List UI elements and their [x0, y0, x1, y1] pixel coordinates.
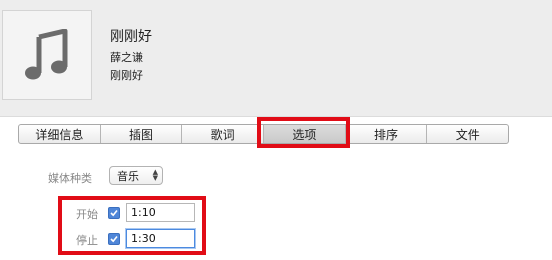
music-note-icon	[25, 29, 68, 80]
song-album: 刚刚好	[110, 69, 143, 82]
stop-label: 停止	[76, 234, 98, 247]
song-title: 刚刚好	[110, 29, 152, 45]
tab-file[interactable]: 文件	[426, 125, 508, 143]
media-kind-label: 媒体种类	[48, 172, 92, 185]
media-kind-select[interactable]: 音乐 ▲ ▼	[109, 166, 163, 185]
start-checkbox[interactable]	[108, 207, 120, 219]
album-artwork	[2, 10, 92, 100]
checkmark-icon	[110, 209, 118, 217]
song-header: 刚刚好 薛之谦 刚刚好	[0, 0, 552, 117]
start-label: 开始	[76, 208, 98, 221]
checkmark-icon	[110, 235, 118, 243]
media-kind-value: 音乐	[117, 169, 139, 183]
tab-sorting[interactable]: 排序	[344, 125, 427, 143]
tab-lyrics[interactable]: 歌词	[181, 125, 263, 143]
stop-checkbox[interactable]	[108, 233, 120, 245]
song-info-options-panel: 刚刚好 薛之谦 刚刚好 详细信息 插图 歌词 选项 排序 文件 媒体种类 音乐 …	[0, 0, 552, 260]
tab-artwork[interactable]: 插图	[99, 125, 182, 143]
select-arrows-icon: ▲ ▼	[152, 168, 158, 182]
song-artist: 薛之谦	[110, 51, 143, 64]
tab-bar: 详细信息 插图 歌词 选项 排序 文件	[18, 124, 509, 144]
start-time-input[interactable]: 1:10	[126, 203, 195, 222]
stop-time-input[interactable]: 1:30	[126, 229, 195, 248]
tab-details[interactable]: 详细信息	[19, 125, 100, 143]
tab-options[interactable]: 选项	[263, 125, 345, 143]
